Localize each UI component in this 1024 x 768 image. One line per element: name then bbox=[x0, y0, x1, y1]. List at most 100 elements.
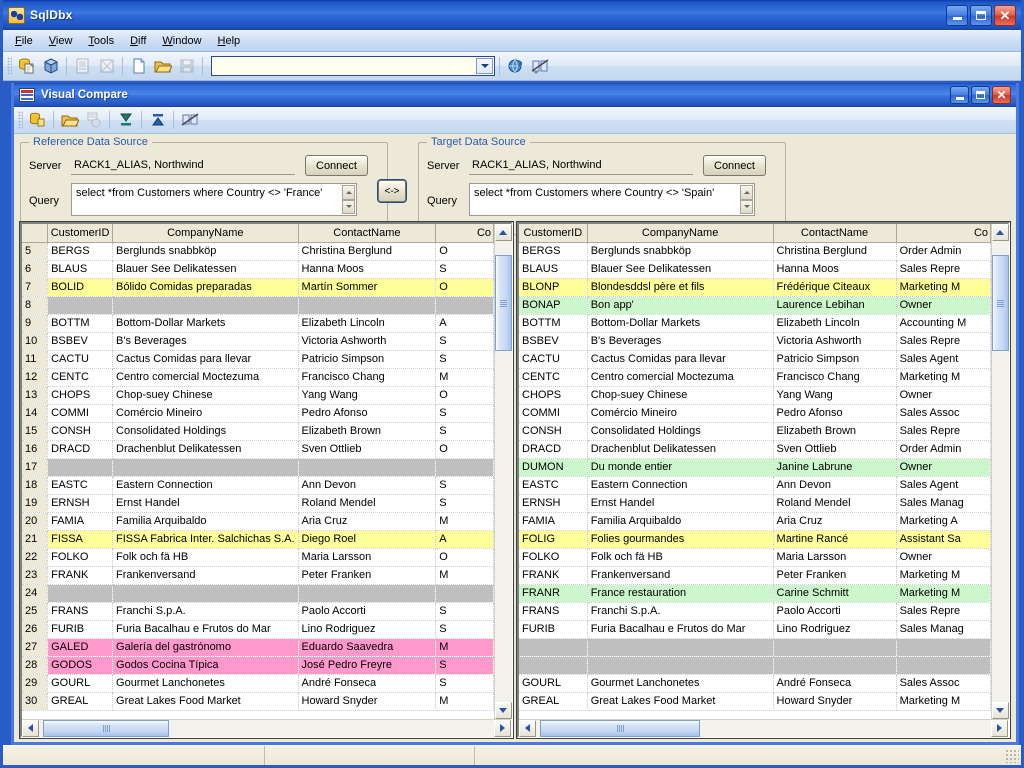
table-row[interactable]: 27GALEDGalería del gastrónomoEduardo Saa… bbox=[22, 638, 494, 656]
table-cell[interactable]: Marketing M bbox=[896, 368, 990, 386]
database-objects-icon[interactable] bbox=[39, 55, 62, 78]
table-cell[interactable]: Centro comercial Moctezuma bbox=[587, 368, 773, 386]
scroll-down-button[interactable] bbox=[495, 702, 512, 719]
spinner-up-icon[interactable] bbox=[740, 185, 753, 200]
table-cell[interactable]: Yang Wang bbox=[773, 386, 896, 404]
table-cell[interactable]: S bbox=[436, 620, 494, 638]
table-cell[interactable]: S bbox=[436, 602, 494, 620]
column-header-contactname[interactable]: ContactName bbox=[298, 224, 436, 242]
table-cell[interactable]: A bbox=[436, 314, 494, 332]
menu-window[interactable]: Window bbox=[154, 33, 209, 49]
row-number-cell[interactable]: 24 bbox=[22, 584, 48, 602]
table-row[interactable]: 17 bbox=[22, 458, 494, 476]
table-cell[interactable]: GREAL bbox=[48, 692, 113, 710]
table-cell[interactable]: FOLIG bbox=[519, 530, 587, 548]
row-number-cell[interactable]: 11 bbox=[22, 350, 48, 368]
spinner-up-icon[interactable] bbox=[342, 185, 355, 200]
row-number-cell[interactable]: 28 bbox=[22, 656, 48, 674]
row-number-cell[interactable]: 10 bbox=[22, 332, 48, 350]
table-cell[interactable]: Lino Rodriguez bbox=[773, 620, 896, 638]
target-hscroll-track[interactable] bbox=[536, 720, 991, 737]
row-number-cell[interactable]: 6 bbox=[22, 260, 48, 278]
column-header-customerid[interactable]: CustomerID bbox=[48, 224, 113, 242]
table-cell[interactable]: Elizabeth Lincoln bbox=[298, 314, 436, 332]
table-cell[interactable]: CONSH bbox=[48, 422, 113, 440]
table-cell[interactable]: Cactus Comidas para llevar bbox=[587, 350, 773, 368]
table-cell[interactable]: Ann Devon bbox=[298, 476, 436, 494]
table-cell[interactable]: M bbox=[436, 512, 494, 530]
menu-file[interactable]: File bbox=[7, 33, 41, 49]
table-row[interactable]: FRANKFrankenversandPeter FrankenMarketin… bbox=[519, 566, 991, 584]
execute-script-icon[interactable] bbox=[71, 55, 94, 78]
table-cell[interactable]: Pedro Afonso bbox=[298, 404, 436, 422]
table-cell[interactable]: Drachenblut Delikatessen bbox=[587, 440, 773, 458]
table-cell[interactable] bbox=[519, 656, 587, 674]
close-button[interactable]: ✕ bbox=[994, 5, 1016, 26]
table-cell[interactable]: Elizabeth Brown bbox=[773, 422, 896, 440]
target-query-spinner[interactable] bbox=[740, 185, 753, 214]
table-cell[interactable]: FAMIA bbox=[48, 512, 113, 530]
table-cell[interactable]: Comércio Mineiro bbox=[587, 404, 773, 422]
table-cell[interactable]: Folk och fä HB bbox=[113, 548, 299, 566]
table-cell[interactable]: Lino Rodriguez bbox=[298, 620, 436, 638]
table-cell[interactable]: BLAUS bbox=[519, 260, 587, 278]
table-cell[interactable]: S bbox=[436, 260, 494, 278]
row-number-cell[interactable]: 23 bbox=[22, 566, 48, 584]
table-cell[interactable]: M bbox=[436, 692, 494, 710]
table-cell[interactable]: Sales Repre bbox=[896, 332, 990, 350]
row-number-cell[interactable]: 30 bbox=[22, 692, 48, 710]
table-row[interactable]: 15CONSHConsolidated HoldingsElizabeth Br… bbox=[22, 422, 494, 440]
table-cell[interactable]: Gourmet Lanchonetes bbox=[587, 674, 773, 692]
table-cell[interactable]: S bbox=[436, 656, 494, 674]
table-row[interactable]: 25FRANSFranchi S.p.A.Paolo AccortiS bbox=[22, 602, 494, 620]
table-cell[interactable]: Sales Agent bbox=[896, 350, 990, 368]
row-number-cell[interactable]: 15 bbox=[22, 422, 48, 440]
child-maximize-button[interactable] bbox=[971, 86, 990, 104]
row-number-cell[interactable]: 12 bbox=[22, 368, 48, 386]
table-cell[interactable]: Furia Bacalhau e Frutos do Mar bbox=[113, 620, 299, 638]
table-cell[interactable] bbox=[773, 656, 896, 674]
reference-hscroll-track[interactable] bbox=[39, 720, 494, 737]
table-cell[interactable]: Folies gourmandes bbox=[587, 530, 773, 548]
table-cell[interactable]: S bbox=[436, 422, 494, 440]
table-cell[interactable]: EASTC bbox=[519, 476, 587, 494]
reference-vscroll-thumb[interactable] bbox=[495, 255, 512, 351]
table-row[interactable]: CENTCCentro comercial MoctezumaFrancisco… bbox=[519, 368, 991, 386]
table-cell[interactable]: O bbox=[436, 386, 494, 404]
table-cell[interactable]: Patricio Simpson bbox=[298, 350, 436, 368]
column-header-companyname[interactable]: CompanyName bbox=[587, 224, 773, 242]
scroll-down-button[interactable] bbox=[992, 702, 1009, 719]
table-cell[interactable]: GALED bbox=[48, 638, 113, 656]
table-row[interactable]: FRANSFranchi S.p.A.Paolo AccortiSales Re… bbox=[519, 602, 991, 620]
table-row[interactable]: BERGSBerglunds snabbköpChristina Berglun… bbox=[519, 242, 991, 260]
table-cell[interactable] bbox=[48, 584, 113, 602]
row-number-cell[interactable]: 8 bbox=[22, 296, 48, 314]
table-cell[interactable]: Pedro Afonso bbox=[773, 404, 896, 422]
table-cell[interactable]: Ann Devon bbox=[773, 476, 896, 494]
table-cell[interactable] bbox=[587, 638, 773, 656]
table-cell[interactable]: Berglunds snabbköp bbox=[113, 242, 299, 260]
table-row[interactable] bbox=[519, 656, 991, 674]
table-cell[interactable]: BERGS bbox=[48, 242, 113, 260]
table-cell[interactable]: GOURL bbox=[519, 674, 587, 692]
table-cell[interactable]: M bbox=[436, 368, 494, 386]
web-browser-icon[interactable] bbox=[504, 55, 527, 78]
table-cell[interactable]: BERGS bbox=[519, 242, 587, 260]
table-cell[interactable]: José Pedro Freyre bbox=[298, 656, 436, 674]
table-cell[interactable] bbox=[298, 458, 436, 476]
table-row[interactable]: 14COMMIComércio MineiroPedro AfonsoS bbox=[22, 404, 494, 422]
row-number-cell[interactable]: 14 bbox=[22, 404, 48, 422]
target-vscroll-thumb[interactable] bbox=[992, 255, 1009, 351]
table-cell[interactable]: Du monde entier bbox=[587, 458, 773, 476]
table-cell[interactable]: O bbox=[436, 548, 494, 566]
table-row[interactable]: 22FOLKOFolk och fä HBMaria LarssonO bbox=[22, 548, 494, 566]
table-cell[interactable]: Marketing M bbox=[896, 584, 990, 602]
child-close-button[interactable]: ✕ bbox=[992, 86, 1011, 104]
table-cell[interactable] bbox=[48, 296, 113, 314]
table-cell[interactable]: Aria Cruz bbox=[773, 512, 896, 530]
table-cell[interactable]: Christina Berglund bbox=[773, 242, 896, 260]
table-cell[interactable]: Roland Mendel bbox=[298, 494, 436, 512]
target-hscroll-thumb[interactable] bbox=[540, 720, 700, 737]
table-cell[interactable]: Aria Cruz bbox=[298, 512, 436, 530]
table-cell[interactable]: Bon app' bbox=[587, 296, 773, 314]
